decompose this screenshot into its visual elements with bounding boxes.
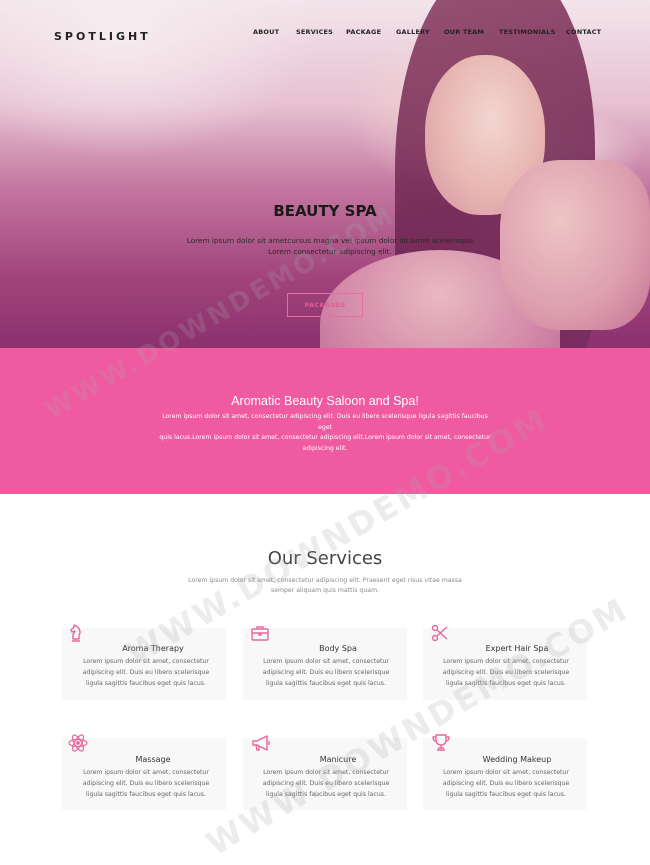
trophy-icon bbox=[430, 732, 452, 754]
packages-button[interactable]: PACKAGES bbox=[287, 293, 363, 317]
services-subtitle: Lorem ipsum dolor sit amet, consectetur … bbox=[188, 576, 462, 596]
service-description-line: adipiscing elit. Duis eu libero sceleris… bbox=[262, 780, 390, 787]
intro-text-line: Lorem ipsum dolor sit amet, consectetur … bbox=[162, 413, 488, 431]
service-description: Lorem ipsum dolor sit amet, consectetur … bbox=[431, 656, 581, 689]
service-title: Expert Hair Spa bbox=[485, 644, 549, 653]
intro-text-line: adipiscing elit. bbox=[302, 444, 348, 452]
service-description: Lorem ipsum dolor sit amet, consectetur … bbox=[251, 767, 401, 800]
megaphone-icon bbox=[250, 732, 272, 754]
hero-description-line: Lorem ipsum dolor sit ametcursus magna v… bbox=[186, 236, 474, 245]
service-description-line: ligula sagittis faucibus eget quis lacus… bbox=[446, 791, 566, 798]
services-subtitle-line: semper aliquam quis mattis quam. bbox=[270, 587, 380, 594]
nav-package[interactable]: PACKAGE bbox=[346, 28, 381, 36]
nav-our-team[interactable]: OUR TEAM bbox=[444, 28, 484, 36]
service-title: Aroma Therapy bbox=[122, 644, 184, 653]
service-description-line: adipiscing elit. Duis eu libero sceleris… bbox=[82, 669, 210, 676]
service-description: Lorem ipsum dolor sit amet, consectetur … bbox=[71, 767, 221, 800]
intro-text-line: quis lacus.Lorem ipsum dolor sit amet, c… bbox=[159, 434, 491, 441]
service-description: Lorem ipsum dolor sit amet, consectetur … bbox=[71, 656, 221, 689]
service-description-line: adipiscing elit. Duis eu libero sceleris… bbox=[442, 780, 570, 787]
service-description-line: Lorem ipsum dolor sit amet, consectetur bbox=[83, 658, 209, 665]
service-title: Massage bbox=[135, 755, 171, 764]
service-description-line: Lorem ipsum dolor sit amet, consectetur bbox=[263, 769, 389, 776]
service-description-line: adipiscing elit. Duis eu libero sceleris… bbox=[442, 669, 570, 676]
service-description-line: ligula sagittis faucibus eget quis lacus… bbox=[446, 680, 566, 687]
service-description-line: adipiscing elit. Duis eu libero sceleris… bbox=[262, 669, 390, 676]
service-description-line: Lorem ipsum dolor sit amet, consectetur bbox=[443, 658, 569, 665]
nav-testimonials[interactable]: TESTIMONIALS bbox=[499, 28, 556, 36]
nav-about[interactable]: ABOUT bbox=[253, 28, 279, 36]
service-description: Lorem ipsum dolor sit amet, consectetur … bbox=[431, 767, 581, 800]
hero-description: Lorem ipsum dolor sit ametcursus magna v… bbox=[180, 235, 480, 257]
services-subtitle-line: Lorem ipsum dolor sit amet, consectetur … bbox=[188, 577, 462, 584]
main-nav: ABOUT SERVICES PACKAGE GALLERY OUR TEAM … bbox=[0, 28, 650, 40]
service-description-line: ligula sagittis faucibus eget quis lacus… bbox=[86, 680, 206, 687]
briefcase-icon bbox=[249, 622, 271, 644]
scissors-icon bbox=[429, 622, 451, 644]
nav-gallery[interactable]: GALLERY bbox=[396, 28, 430, 36]
nav-contact[interactable]: CONTACT bbox=[566, 28, 601, 36]
service-description-line: ligula sagittis faucibus eget quis lacus… bbox=[266, 791, 386, 798]
services-title: Our Services bbox=[267, 548, 383, 569]
service-title: Wedding Makeup bbox=[482, 755, 552, 764]
service-description-line: adipiscing elit. Duis eu libero sceleris… bbox=[82, 780, 210, 787]
service-title: Body Spa bbox=[319, 644, 357, 653]
service-description-line: ligula sagittis faucibus eget quis lacus… bbox=[86, 791, 206, 798]
service-title: Manicure bbox=[319, 755, 357, 764]
intro-title: Aromatic Beauty Saloon and Spa! bbox=[231, 394, 419, 408]
service-description-line: ligula sagittis faucibus eget quis lacus… bbox=[266, 680, 386, 687]
service-description-line: Lorem ipsum dolor sit amet, consectetur bbox=[83, 769, 209, 776]
atom-icon bbox=[67, 732, 89, 754]
hero-title: BEAUTY SPA bbox=[273, 202, 377, 220]
service-description: Lorem ipsum dolor sit amet, consectetur … bbox=[251, 656, 401, 689]
chess-knight-icon bbox=[65, 622, 87, 644]
intro-text: Lorem ipsum dolor sit amet, consectetur … bbox=[156, 412, 494, 454]
hero-description-line: Lorem consectetur adipiscing elit. bbox=[268, 247, 392, 256]
service-description-line: Lorem ipsum dolor sit amet, consectetur bbox=[263, 658, 389, 665]
nav-services[interactable]: SERVICES bbox=[296, 28, 333, 36]
service-description-line: Lorem ipsum dolor sit amet, consectetur bbox=[443, 769, 569, 776]
